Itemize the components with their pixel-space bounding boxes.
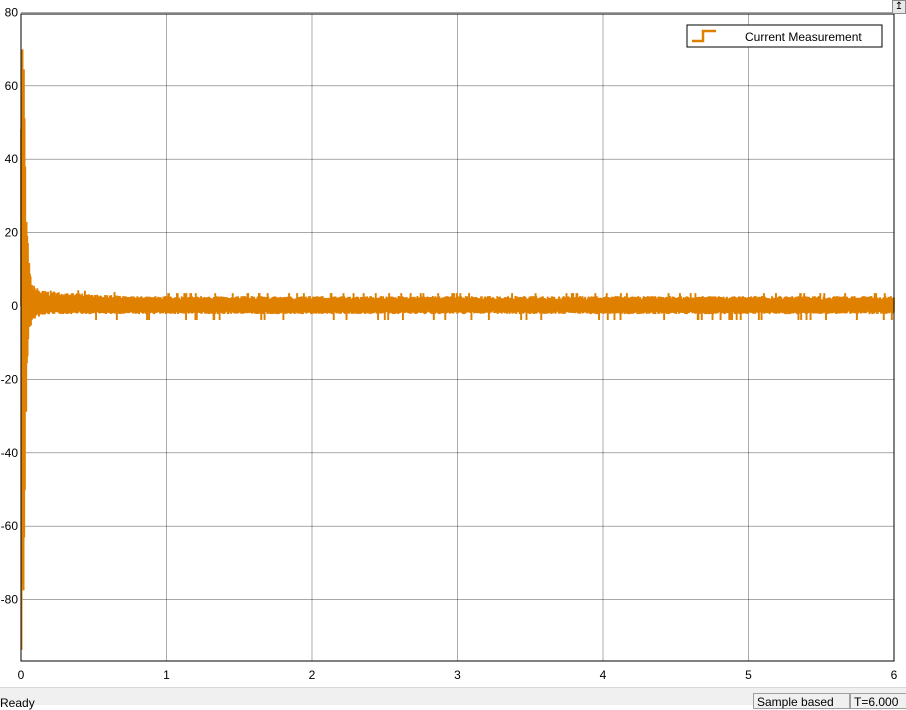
- status-time-cell: T=6.000: [850, 693, 906, 709]
- scope-plot: 80 60 40 20 0 -20 -40 -60 -80 0 1 2 3 4 5 6 Current Me…: [0, 0, 906, 687]
- y-tick-label: -40: [1, 446, 19, 460]
- y-tick-label: 20: [5, 226, 19, 240]
- x-tick-label: 5: [745, 668, 752, 682]
- undock-arrow-icon[interactable]: ↥: [892, 0, 906, 14]
- y-tick-label: 0: [11, 299, 18, 313]
- x-tick-label: 4: [600, 668, 607, 682]
- x-tick-label: 6: [891, 668, 898, 682]
- x-tick-label: 0: [18, 668, 25, 682]
- y-tick-label: -80: [1, 593, 19, 607]
- x-tick-label: 3: [454, 668, 461, 682]
- x-tick-label: 1: [163, 668, 170, 682]
- y-tick-label: 60: [5, 79, 19, 93]
- y-tick-label: -20: [1, 372, 19, 386]
- x-tick-label: 2: [309, 668, 316, 682]
- y-tick-label: -60: [1, 519, 19, 533]
- legend[interactable]: Current Measurement: [686, 24, 883, 48]
- plot-background: [0, 0, 906, 687]
- status-bar: Ready Sample based T=6.000: [0, 687, 906, 710]
- status-ready-text: Ready: [0, 696, 35, 710]
- status-mode-cell: Sample based: [753, 693, 850, 709]
- legend-label-current-measurement: Current Measurement: [745, 30, 862, 44]
- y-tick-label: 80: [5, 5, 19, 19]
- y-tick-label: 40: [5, 152, 19, 166]
